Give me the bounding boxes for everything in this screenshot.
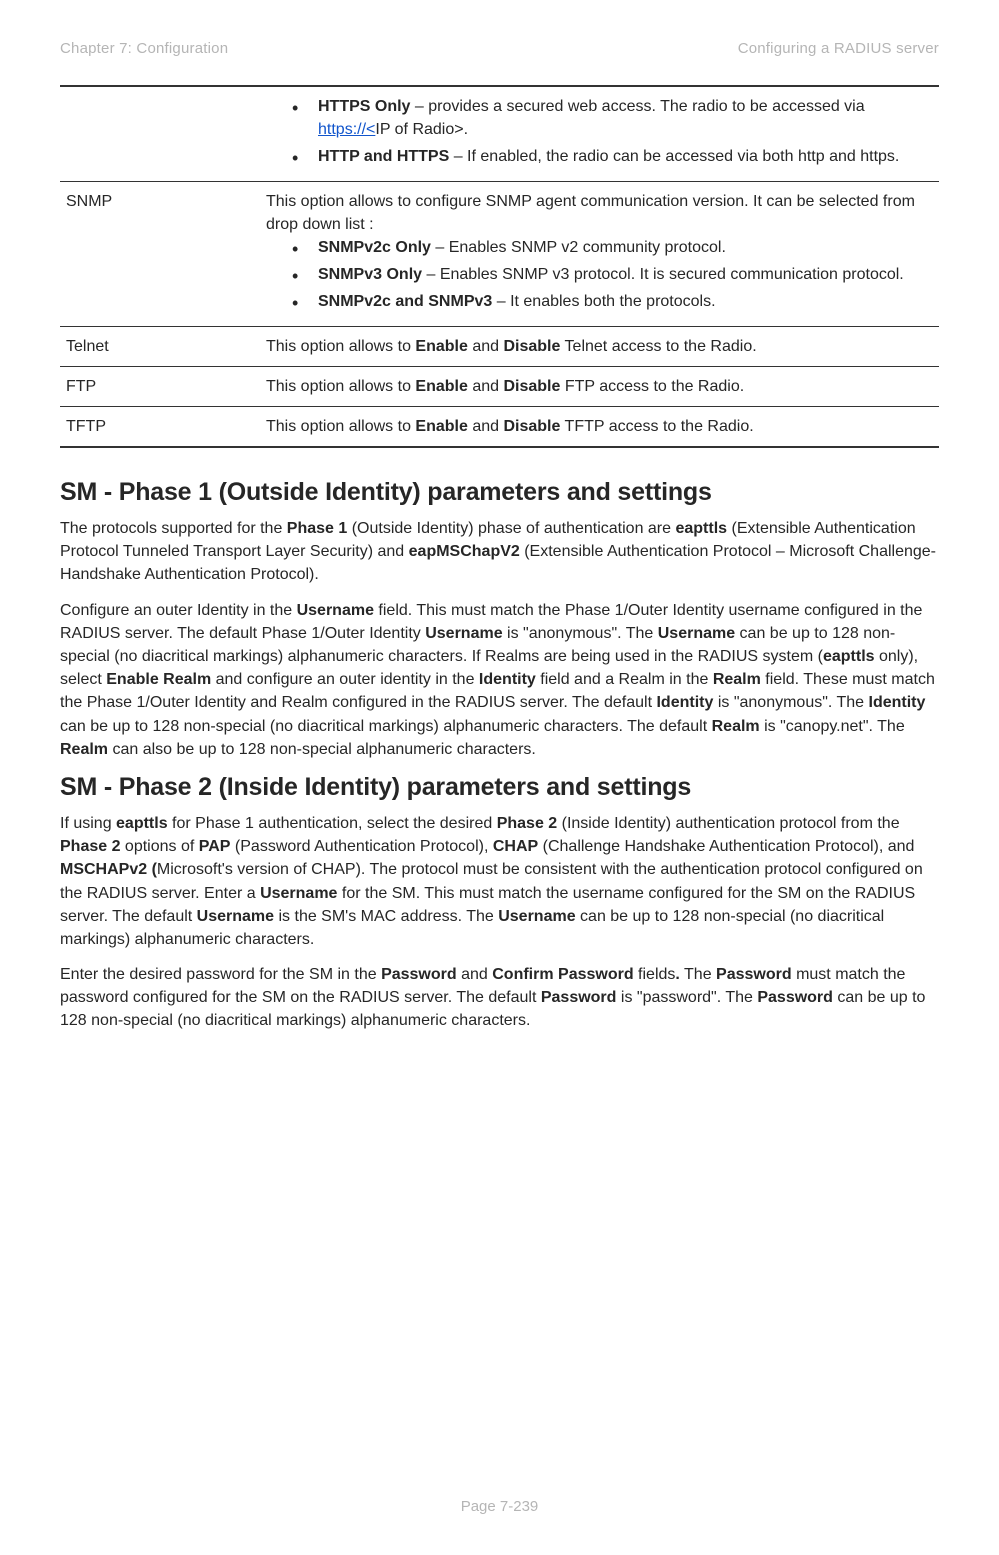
body-paragraph: The protocols supported for the Phase 1 … (60, 517, 939, 587)
bullet-item: SNMPv3 Only – Enables SNMP v3 protocol. … (292, 263, 933, 286)
table-row: FTP This option allows to Enable and Dis… (60, 366, 939, 406)
body-paragraph: Enter the desired password for the SM in… (60, 963, 939, 1033)
config-table: HTTPS Only – provides a secured web acce… (60, 85, 939, 448)
bullet-item: SNMPv2c Only – Enables SNMP v2 community… (292, 236, 933, 259)
table-row: SNMP This option allows to configure SNM… (60, 181, 939, 326)
row-content: This option allows to Enable and Disable… (260, 366, 939, 406)
header-right: Configuring a RADIUS server (738, 40, 939, 57)
row-intro: This option allows to configure SNMP age… (266, 190, 933, 236)
bullet-item: HTTPS Only – provides a secured web acce… (292, 95, 933, 141)
row-label: Telnet (60, 326, 260, 366)
https-link[interactable]: https://< (318, 121, 375, 138)
header-left: Chapter 7: Configuration (60, 40, 228, 57)
row-label: SNMP (60, 181, 260, 326)
row-label: FTP (60, 366, 260, 406)
row-content: This option allows to Enable and Disable… (260, 326, 939, 366)
bullet-item: SNMPv2c and SNMPv3 – It enables both the… (292, 290, 933, 313)
page-footer: Page 7-239 (0, 1498, 999, 1515)
table-row: TFTP This option allows to Enable and Di… (60, 406, 939, 447)
row-label (60, 86, 260, 181)
table-row: HTTPS Only – provides a secured web acce… (60, 86, 939, 181)
section-heading-phase2: SM - Phase 2 (Inside Identity) parameter… (60, 773, 939, 802)
section-heading-phase1: SM - Phase 1 (Outside Identity) paramete… (60, 478, 939, 507)
row-label: TFTP (60, 406, 260, 447)
row-content: This option allows to Enable and Disable… (260, 406, 939, 447)
table-row: Telnet This option allows to Enable and … (60, 326, 939, 366)
row-content: HTTPS Only – provides a secured web acce… (260, 86, 939, 181)
body-paragraph: Configure an outer Identity in the Usern… (60, 599, 939, 761)
body-paragraph: If using eapttls for Phase 1 authenticat… (60, 812, 939, 951)
bullet-item: HTTP and HTTPS – If enabled, the radio c… (292, 145, 933, 168)
page-header: Chapter 7: Configuration Configuring a R… (60, 40, 939, 57)
row-content: This option allows to configure SNMP age… (260, 181, 939, 326)
